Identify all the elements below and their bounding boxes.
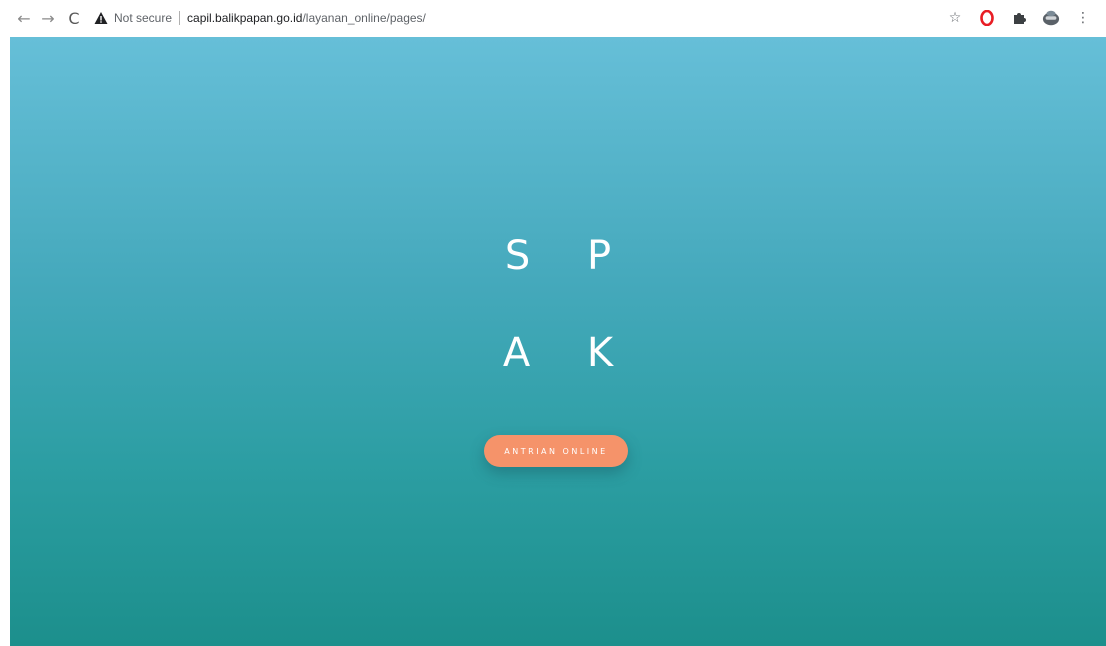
address-divider	[179, 11, 181, 25]
hero-title-line-2: A K	[502, 330, 636, 376]
warning-triangle-icon[interactable]	[94, 11, 108, 25]
browser-toolbar: ← → C Not secure capil.balikpapan.go.id /…	[0, 0, 1106, 36]
antrian-online-button[interactable]: ANTRIAN ONLINE	[484, 435, 628, 467]
toolbar-extensions: ☆ ⋮	[946, 0, 1092, 36]
reload-icon[interactable]: C	[64, 8, 84, 28]
opera-extension-icon[interactable]	[978, 9, 996, 27]
profile-avatar-icon[interactable]	[1042, 9, 1060, 27]
address-bar[interactable]: Not secure capil.balikpapan.go.id/layana…	[94, 6, 426, 30]
bookmark-star-icon[interactable]: ☆	[946, 9, 964, 27]
url-host[interactable]: capil.balikpapan.go.id	[187, 11, 302, 25]
url-path[interactable]: /layanan_online/pages/	[302, 11, 425, 25]
page-viewport: S P A K ANTRIAN ONLINE	[10, 37, 1106, 646]
hero-title-line-1: S P	[504, 233, 634, 279]
puzzle-extensions-icon[interactable]	[1010, 9, 1028, 27]
forward-arrow-icon[interactable]: →	[38, 8, 58, 28]
browser-menu-icon[interactable]: ⋮	[1074, 9, 1092, 27]
back-arrow-icon[interactable]: ←	[14, 8, 34, 28]
security-status-text[interactable]: Not secure	[114, 11, 172, 25]
